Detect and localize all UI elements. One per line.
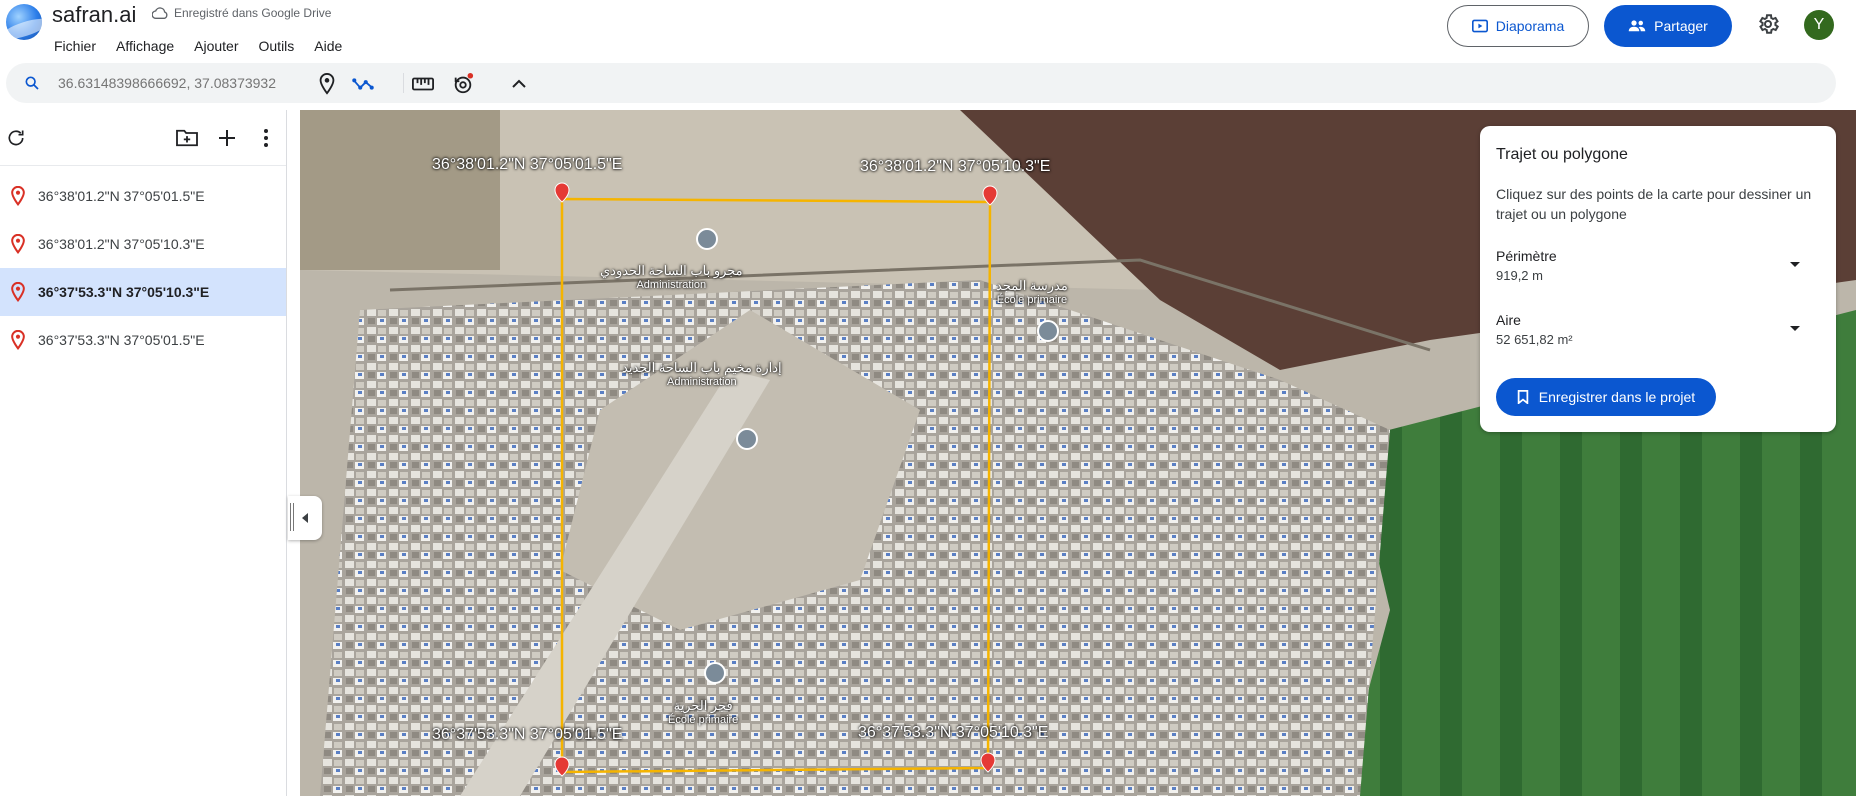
placemark-pin-icon	[11, 186, 25, 206]
administration-poi-icon[interactable]	[696, 228, 718, 250]
perimeter-label: Périmètre	[1496, 248, 1557, 264]
administration-poi-icon[interactable]	[736, 428, 758, 450]
placemark-pin-icon	[11, 234, 25, 254]
sidebar-item-placemark-2[interactable]: 36°38'01.2"N 37°05'10.3"E	[0, 220, 286, 268]
sidebar-resize-handle[interactable]	[290, 503, 294, 531]
poi-arabic-name: مدرسة المجد	[996, 278, 1068, 293]
poi-arabic-name: إدارة مخيم باب الساحة الجديد	[622, 360, 782, 375]
menu-tools[interactable]: Outils	[259, 36, 305, 56]
poi-arabic-name: مجرو باب الساحة الحدودي	[600, 263, 743, 278]
ruler-icon[interactable]	[412, 73, 434, 95]
corner-label-nw: 36°38'01.2"N 37°05'01.5"E	[432, 156, 623, 173]
school-poi-icon[interactable]	[1037, 320, 1059, 342]
add-placemark-icon[interactable]	[316, 73, 338, 95]
menu-view[interactable]: Affichage	[116, 36, 184, 56]
perimeter-value: 919,2 m	[1496, 268, 1543, 283]
area-value: 52 651,82 m²	[1496, 332, 1573, 347]
chevron-up-icon[interactable]	[508, 73, 530, 95]
slideshow-button[interactable]: Diaporama	[1447, 5, 1589, 47]
cloud-done-icon	[152, 7, 168, 19]
save-status-text: Enregistré dans Google Drive	[174, 6, 332, 20]
poi-type: École primaire	[996, 294, 1068, 306]
corner-label-ne: 36°38'01.2"N 37°05'10.3"E	[860, 158, 1051, 175]
refresh-icon[interactable]	[6, 128, 26, 148]
menu-add[interactable]: Ajouter	[194, 36, 248, 56]
chevron-left-icon	[302, 513, 308, 523]
slideshow-icon	[1471, 19, 1488, 33]
app-logo[interactable]	[6, 4, 42, 40]
poi-label-4[interactable]: فجر الحرية École primaire	[668, 698, 738, 726]
placemark-label: 36°37'53.3"N 37°05'10.3"E	[38, 284, 210, 300]
draw-path-icon[interactable]	[352, 73, 374, 95]
placemark-label: 36°37'53.3"N 37°05'01.5"E	[38, 332, 205, 348]
map-toolbar	[6, 63, 1836, 103]
save-to-project-label: Enregistrer dans le projet	[1538, 389, 1696, 405]
bookmark-icon	[1517, 390, 1529, 404]
panel-title: Trajet ou polygone	[1496, 146, 1628, 163]
poi-type: École primaire	[668, 714, 739, 726]
app-title[interactable]: safran.ai	[52, 2, 136, 28]
save-to-project-button[interactable]: Enregistrer dans le projet	[1496, 378, 1716, 416]
placemark-label: 36°38'01.2"N 37°05'01.5"E	[38, 188, 205, 204]
poi-label-1[interactable]: مجرو باب الساحة الحدودي Administration	[600, 263, 743, 291]
people-icon	[1628, 20, 1646, 32]
add-icon[interactable]	[217, 128, 237, 148]
sidebar-header	[0, 110, 286, 166]
history-icon[interactable]	[452, 73, 474, 95]
path-polygon-panel: Trajet ou polygone Cliquez sur des point…	[1480, 126, 1836, 432]
save-status: Enregistré dans Google Drive	[152, 6, 331, 20]
placemark-pin-icon	[11, 282, 25, 302]
toolbar-divider	[403, 73, 404, 93]
corner-label-sw: 36°37'53.3"N 37°05'01.5"E	[432, 726, 623, 743]
poi-label-2[interactable]: إدارة مخيم باب الساحة الجديد Administrat…	[622, 360, 782, 388]
sidebar: 36°38'01.2"N 37°05'01.5"E 36°38'01.2"N 3…	[0, 110, 287, 796]
poi-type: Administration	[666, 376, 737, 388]
more-vert-icon[interactable]	[258, 128, 274, 148]
search-icon[interactable]	[24, 75, 40, 91]
sidebar-item-placemark-4[interactable]: 36°37'53.3"N 37°05'01.5"E	[0, 316, 286, 364]
slideshow-label: Diaporama	[1495, 18, 1565, 34]
area-unit-dropdown[interactable]	[1790, 326, 1800, 331]
sidebar-item-placemark-3[interactable]: 36°37'53.3"N 37°05'10.3"E	[0, 268, 286, 316]
share-label: Partager	[1654, 18, 1708, 34]
new-folder-icon[interactable]	[175, 128, 199, 148]
menu-file[interactable]: Fichier	[54, 36, 106, 56]
top-bar: safran.ai Enregistré dans Google Drive F…	[0, 0, 1856, 60]
perimeter-unit-dropdown[interactable]	[1790, 262, 1800, 267]
poi-label-3[interactable]: مدرسة المجد École primaire	[996, 278, 1068, 306]
settings-gear-icon[interactable]	[1756, 12, 1780, 36]
poi-arabic-name: فجر الحرية	[673, 698, 733, 713]
search-input[interactable]	[58, 72, 308, 94]
menu-bar: Fichier Affichage Ajouter Outils Aide	[54, 36, 362, 56]
panel-description: Cliquez sur des points de la carte pour …	[1496, 186, 1812, 222]
placemark-label: 36°38'01.2"N 37°05'10.3"E	[38, 236, 205, 252]
placemark-pin-icon	[11, 330, 25, 350]
poi-type: Administration	[636, 279, 707, 291]
user-avatar[interactable]: Y	[1804, 10, 1834, 40]
corner-label-se: 36°37'53.3"N 37°05'10.3"E	[858, 724, 1049, 741]
share-button[interactable]: Partager	[1604, 5, 1732, 47]
menu-help[interactable]: Aide	[314, 36, 352, 56]
sidebar-item-placemark-1[interactable]: 36°38'01.2"N 37°05'01.5"E	[0, 172, 286, 220]
area-label: Aire	[1496, 312, 1521, 328]
school-poi-icon[interactable]	[704, 662, 726, 684]
